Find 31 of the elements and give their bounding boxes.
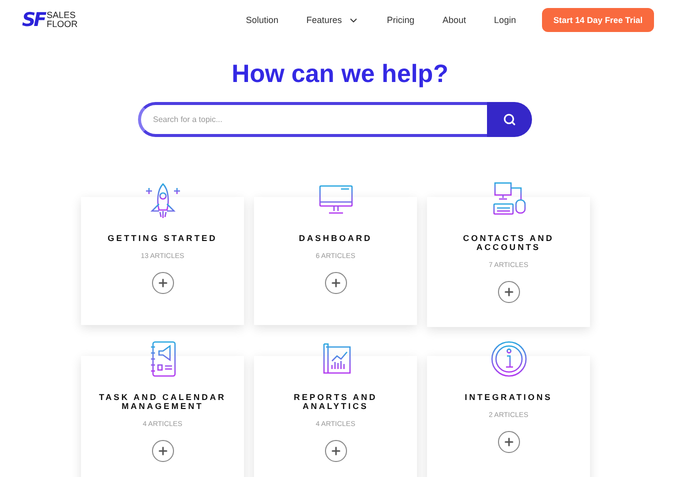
logo-mark[interactable]: SF <box>22 9 45 31</box>
search-field[interactable]: Search for a topic... <box>138 102 487 137</box>
expand-button[interactable] <box>152 272 174 294</box>
info-icon <box>488 339 528 379</box>
expand-button[interactable] <box>498 281 520 303</box>
category-title[interactable]: CONTACTS AND ACCOUNTS <box>435 234 582 252</box>
nav-link[interactable]: About <box>442 15 466 25</box>
logo-text: FLOOR <box>46 20 78 29</box>
nav-link[interactable]: Features <box>306 14 359 26</box>
plus-icon <box>156 277 168 289</box>
category-title[interactable]: REPORTS AND ANALYTICS <box>262 393 409 411</box>
search-icon <box>503 113 516 126</box>
expand-button[interactable] <box>498 431 520 453</box>
category-title[interactable]: INTEGRATIONS <box>464 393 552 402</box>
category-title[interactable]: DASHBOARD <box>298 234 372 243</box>
category-title[interactable]: GETTING STARTED <box>108 234 218 243</box>
search-button[interactable] <box>487 102 532 137</box>
page-heading: How can we help? <box>230 60 450 89</box>
expand-button[interactable] <box>324 272 346 294</box>
logo-text: SALES <box>46 11 77 20</box>
nav-link[interactable]: Pricing <box>386 15 414 25</box>
plus-icon <box>330 277 342 289</box>
nav-link[interactable]: Login <box>494 15 516 25</box>
plus-icon <box>330 445 342 457</box>
category-title[interactable]: TASK AND CALENDAR MANAGEMENT <box>89 393 236 411</box>
plus-icon <box>502 286 514 298</box>
plus-icon <box>156 445 168 457</box>
expand-button[interactable] <box>152 440 174 462</box>
plus-icon <box>502 436 514 448</box>
expand-button[interactable] <box>324 440 346 462</box>
nav-link[interactable]: Solution <box>246 15 278 25</box>
